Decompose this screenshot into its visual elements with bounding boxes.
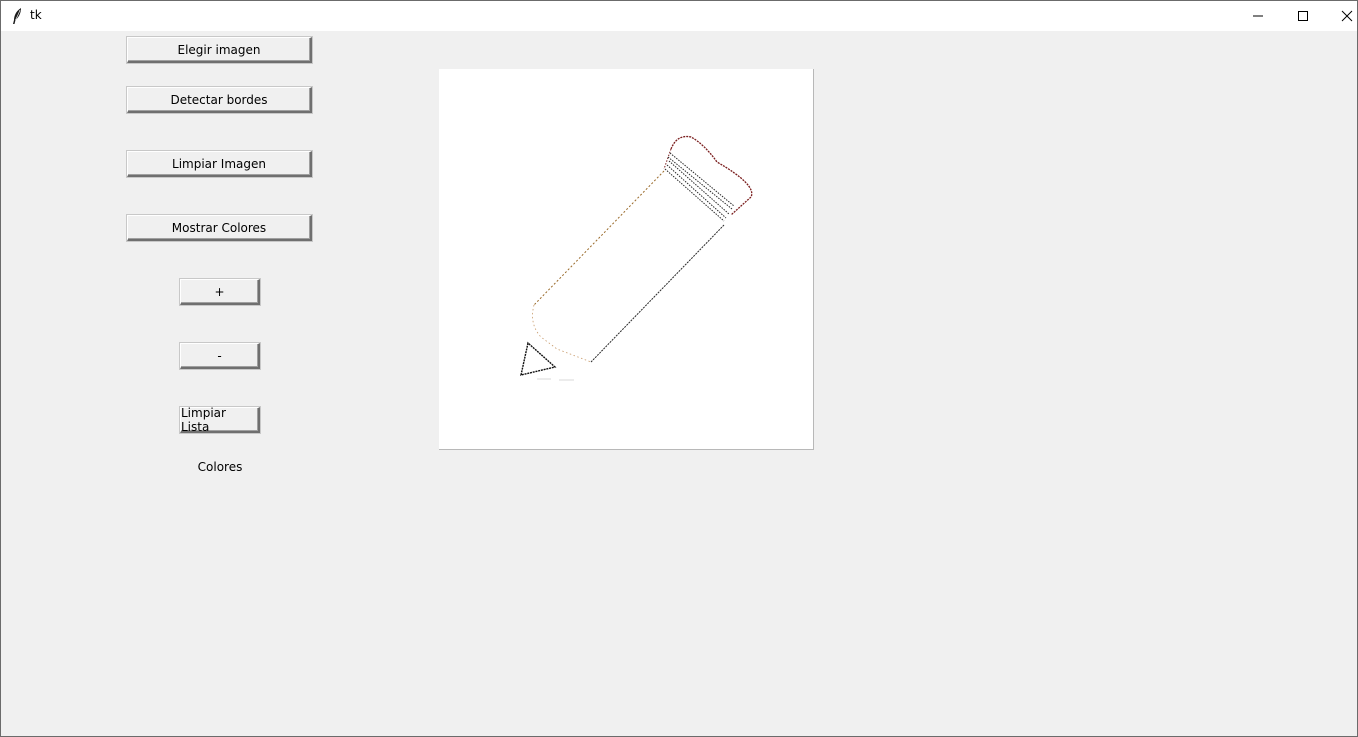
clear-image-button[interactable]: Limpiar Imagen [127, 151, 312, 177]
minimize-icon [1252, 7, 1264, 26]
detect-edges-button[interactable]: Detectar bordes [127, 87, 312, 113]
colors-label: Colores [197, 460, 243, 474]
choose-image-button[interactable]: Elegir imagen [127, 37, 312, 63]
clear-list-button[interactable]: Limpiar Lista [180, 406, 260, 434]
window-title: tk [30, 8, 42, 22]
close-icon [1341, 7, 1353, 26]
app-window: tk Elegir imagen Detectar bordes Limpiar… [0, 0, 1358, 737]
pencil-edge-detection-image [520, 135, 753, 381]
image-canvas[interactable] [439, 69, 814, 450]
maximize-icon [1297, 7, 1309, 26]
show-colors-button[interactable]: Mostrar Colores [127, 215, 312, 241]
close-button[interactable] [1324, 1, 1357, 31]
title-bar[interactable]: tk [1, 1, 1357, 31]
zoom-out-button[interactable]: - [180, 343, 260, 369]
maximize-button[interactable] [1280, 1, 1325, 31]
zoom-in-button[interactable]: + [180, 279, 260, 305]
minimize-button[interactable] [1235, 1, 1280, 31]
tk-feather-icon [10, 7, 26, 25]
